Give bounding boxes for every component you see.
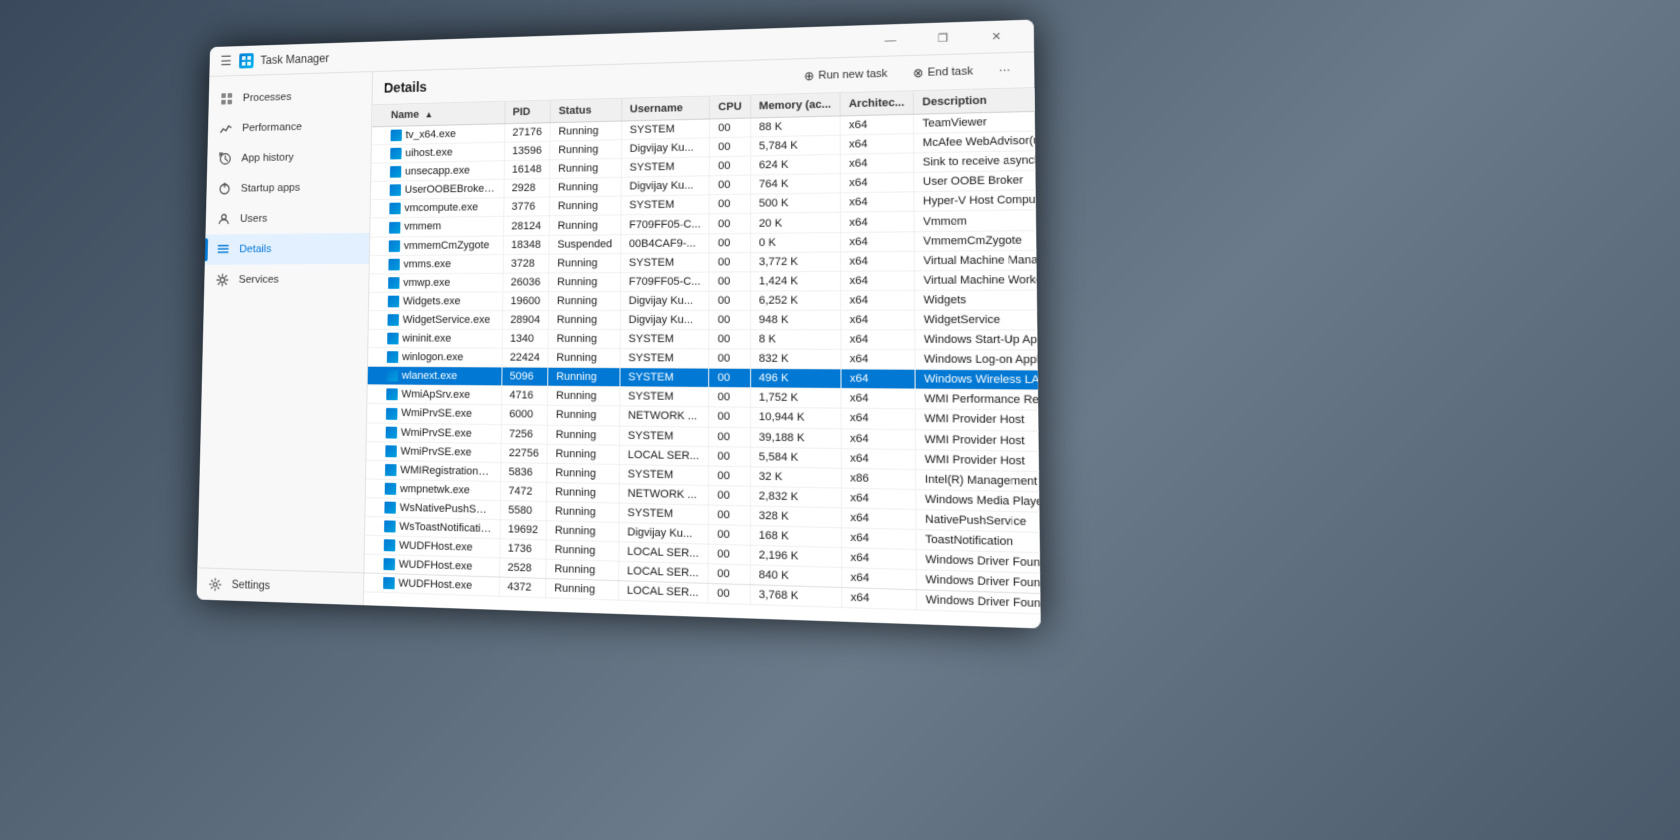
process-file-icon [383, 558, 395, 570]
process-file-icon [384, 502, 396, 514]
process-table: Name ▲ PID Status Username CPU Memory (a… [364, 88, 1041, 616]
process-file-icon [385, 464, 397, 476]
performance-label: Performance [242, 121, 302, 134]
process-file-icon [386, 389, 398, 401]
scene: ☰ Task Manager — ❐ ✕ [0, 0, 1680, 840]
process-file-icon [388, 277, 399, 289]
sidebar-item-performance[interactable]: Performance [208, 110, 372, 144]
sidebar-item-app-history[interactable]: App history [207, 141, 371, 175]
process-file-icon [389, 240, 400, 252]
app-history-label: App history [241, 152, 293, 164]
col-name[interactable]: Name ▲ [372, 102, 505, 127]
users-icon [216, 212, 231, 227]
process-file-icon [387, 314, 399, 326]
process-file-icon [384, 539, 396, 551]
close-button[interactable]: ✕ [972, 20, 1022, 54]
task-manager-window: ☰ Task Manager — ❐ ✕ [197, 20, 1041, 629]
process-file-icon [391, 130, 402, 142]
window-title: Task Manager [260, 51, 329, 66]
process-file-icon [390, 148, 401, 160]
services-label: Services [239, 274, 279, 286]
process-table-container[interactable]: Name ▲ PID Status Username CPU Memory (a… [364, 88, 1041, 628]
process-file-icon [385, 445, 397, 457]
details-icon [216, 242, 231, 257]
process-file-icon [387, 370, 399, 382]
process-file-icon [388, 296, 399, 308]
sidebar: Processes Performance [197, 72, 373, 605]
table-row[interactable]: wininit.exe1340RunningSYSTEM008 Kx64Wind… [368, 329, 1041, 350]
process-file-icon [386, 426, 398, 438]
content-area: Details ⊕ Run new task ⊗ End task ··· [364, 52, 1041, 628]
process-file-icon [386, 407, 398, 419]
run-task-button[interactable]: ⊕ Run new task [794, 62, 899, 87]
end-task-icon: ⊗ [913, 66, 924, 80]
col-desc[interactable]: Description [913, 88, 1040, 114]
content-title: Details [384, 69, 790, 96]
process-file-icon [389, 203, 400, 215]
users-label: Users [240, 213, 268, 225]
table-row[interactable]: WidgetService.exe28904RunningDigvijay Ku… [369, 310, 1041, 330]
performance-icon [219, 121, 234, 136]
sidebar-item-details[interactable]: Details [205, 233, 370, 265]
app-icon [239, 53, 254, 68]
col-status[interactable]: Status [550, 99, 621, 123]
process-file-icon [388, 258, 399, 270]
maximize-button[interactable]: ❐ [919, 21, 968, 55]
details-label: Details [239, 243, 271, 255]
process-file-icon [384, 520, 396, 532]
more-options-icon: ··· [999, 64, 1011, 77]
run-task-icon: ⊕ [804, 69, 814, 83]
process-file-icon [390, 166, 401, 178]
settings-icon [208, 576, 223, 592]
app-history-icon [218, 151, 233, 166]
col-memory[interactable]: Memory (ac... [750, 93, 840, 118]
processes-label: Processes [243, 91, 292, 104]
sidebar-item-processes[interactable]: Processes [208, 80, 372, 115]
hamburger-icon[interactable]: ☰ [220, 53, 232, 69]
sidebar-item-services[interactable]: Services [204, 264, 369, 295]
minimize-button[interactable]: — [866, 23, 914, 57]
process-file-icon [385, 483, 397, 495]
process-file-icon [389, 222, 400, 234]
process-file-icon [390, 185, 401, 197]
main-layout: Processes Performance [197, 52, 1041, 628]
sidebar-item-users[interactable]: Users [205, 202, 369, 235]
more-options-button[interactable]: ··· [988, 60, 1022, 81]
col-pid[interactable]: PID [504, 101, 550, 124]
end-task-label: End task [928, 65, 974, 78]
processes-icon [219, 91, 234, 106]
settings-label: Settings [232, 579, 271, 592]
col-arch[interactable]: Architec... [840, 91, 914, 116]
laptop-screen: ☰ Task Manager — ❐ ✕ [197, 20, 1041, 629]
startup-icon [217, 181, 232, 196]
table-row[interactable]: vmwp.exe26036RunningF709FF05-C...001,424… [369, 270, 1041, 292]
col-username[interactable]: Username [621, 97, 709, 121]
table-body: tv_x64.exe27176RunningSYSTEM0088 Kx64Tea… [364, 111, 1041, 616]
process-file-icon [387, 333, 399, 345]
process-file-icon [387, 351, 399, 363]
table-row[interactable]: Widgets.exe19600RunningDigvijay Ku...006… [369, 290, 1041, 311]
sort-asc-icon: ▲ [425, 110, 434, 120]
run-task-label: Run new task [818, 68, 887, 82]
end-task-button[interactable]: ⊗ End task [902, 60, 984, 85]
services-icon [215, 272, 230, 287]
sidebar-item-startup-apps[interactable]: Startup apps [206, 171, 370, 204]
col-cpu[interactable]: CPU [710, 96, 751, 119]
startup-apps-label: Startup apps [241, 182, 301, 194]
title-bar-controls: — ❐ ✕ [866, 20, 1021, 57]
